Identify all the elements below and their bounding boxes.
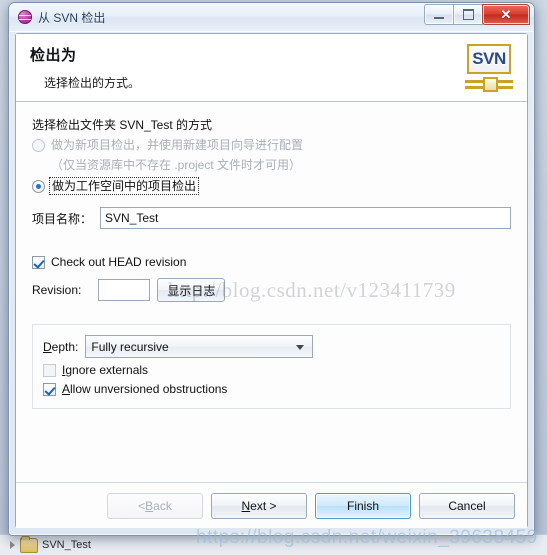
page-subtitle: 选择检出的方式。 [44,76,141,90]
wizard-header: 检出为 选择检出的方式。 SVN [16,34,527,102]
chevron-down-icon[interactable] [296,345,305,350]
allow-unversioned-checkbox[interactable] [43,382,56,396]
revision-label: Revision: [32,283,82,297]
svn-repository-sphere-icon [18,10,32,24]
radio-workspace-project-label: 做为工作空间中的项目检出 [48,177,200,195]
ignore-externals-label: Ignore externals [62,363,148,377]
checkout-head-revision-label: Check out HEAD revision [51,255,187,269]
revision-input[interactable] [98,279,151,301]
wizard-button-bar: < Back Next > Finish Cancel [16,482,527,528]
minimize-button[interactable] [424,4,454,25]
window-controls: ✕ [424,4,530,25]
dialog-content-card: 检出为 选择检出的方式。 SVN 选择检出文件夹 SVN_Test 的方式 做为… [15,33,528,528]
minimize-icon [434,16,444,19]
allow-unversioned-label: Allow unversioned obstructions [62,382,227,396]
allow-unversioned-row[interactable]: Allow unversioned obstructions [43,382,500,396]
back-button-rest: ack [153,498,172,513]
back-button[interactable]: < Back [107,492,203,519]
depth-label-rest: epth: [51,339,79,354]
checkout-mode-hint: （仅当资源库中不存在 .project 文件时才可用） [51,158,302,172]
cancel-button[interactable]: Cancel [419,492,515,519]
allow-unversioned-label-rest: llow unversioned obstructions [70,382,228,396]
project-name-label: 项目名称： [32,211,93,226]
back-button-mnemonic: B [145,498,154,513]
backdrop-tree-row[interactable]: SVN_Test [0,534,547,555]
next-button-mnemonic: N [241,498,251,513]
checkout-head-revision-row[interactable]: Check out HEAD revision [32,255,511,269]
depth-select[interactable]: Fully recursive [85,335,314,358]
tree-expand-arrow-icon[interactable] [10,541,15,549]
close-icon: ✕ [500,7,512,22]
depth-row: Depth: Fully recursive [43,335,500,358]
maximize-icon [462,9,474,20]
checkout-mode-group-label: 选择检出文件夹 SVN_Test 的方式 [32,118,213,132]
project-name-input[interactable]: SVN_Test [100,207,511,229]
finish-button[interactable]: Finish [315,492,411,519]
svn-logo-icon: SVN [463,42,515,94]
checkout-head-revision-checkbox[interactable] [32,255,45,269]
depth-label-mnemonic: D [43,339,52,354]
folder-icon [20,535,38,553]
radio-workspace-project-indicator[interactable] [32,180,45,193]
depth-select-value: Fully recursive [91,339,169,354]
allow-unversioned-mnemonic: A [62,382,71,396]
show-log-button[interactable]: 显示日志 [157,278,226,302]
backdrop-tree-item-label: SVN_Test [42,539,91,551]
ignore-externals-checkbox[interactable] [43,363,56,377]
svn-logo-knob [483,77,498,92]
radio-workspace-project-checkout[interactable]: 做为工作空间中的项目检出 [32,177,511,195]
radio-new-project-indicator[interactable] [32,139,45,152]
ignore-externals-label-rest: gnore externals [65,363,149,377]
dialog-titlebar[interactable]: 从 SVN 检出 ✕ [9,3,534,32]
close-button[interactable]: ✕ [482,4,530,25]
depth-label: Depth: [43,340,78,354]
depth-options-group: Depth: Fully recursive Ignore externals … [32,324,511,409]
wizard-body: 选择检出文件夹 SVN_Test 的方式 做为新项目检出，并使用新建项目向导进行… [16,102,527,528]
svn-logo-frame: SVN [467,44,511,74]
next-button-rest: ext > [250,498,277,513]
dialog-title: 从 SVN 检出 [38,10,106,25]
maximize-button[interactable] [453,4,483,25]
svn-logo-text: SVN [472,49,506,68]
back-button-prefix: < [138,498,146,513]
radio-new-project-checkout[interactable]: 做为新项目检出，并使用新建项目向导进行配置 [32,138,511,152]
radio-new-project-label: 做为新项目检出，并使用新建项目向导进行配置 [51,138,304,152]
next-button[interactable]: Next > [211,492,307,519]
checkout-wizard-dialog: 从 SVN 检出 ✕ 检出为 选择检出的方式。 SVN 选择检出文件夹 SVN_… [8,2,535,536]
ignore-externals-row[interactable]: Ignore externals [43,363,500,377]
project-name-row: 项目名称： SVN_Test [32,207,511,229]
page-title: 检出为 [30,47,77,64]
revision-row: Revision: 显示日志 [32,278,511,302]
